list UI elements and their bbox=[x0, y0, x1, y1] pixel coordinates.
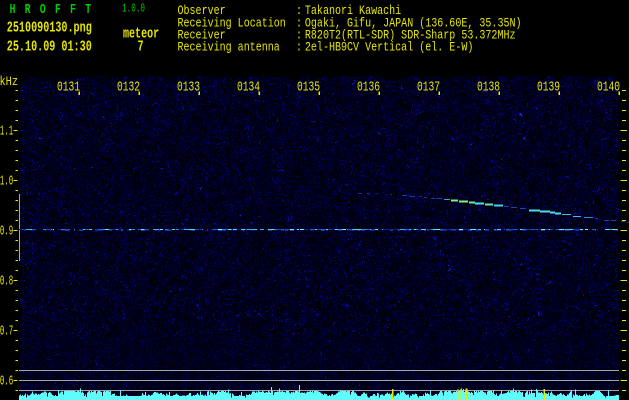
svg-text:1.1: 1.1 bbox=[0, 124, 13, 139]
svg-text:0134: 0134 bbox=[237, 79, 260, 95]
svg-text:0133: 0133 bbox=[177, 79, 200, 95]
svg-text::: : bbox=[296, 41, 302, 55]
svg-text:HROFFT: HROFFT bbox=[10, 1, 101, 17]
svg-text:kHz: kHz bbox=[0, 75, 18, 89]
svg-text:0140: 0140 bbox=[597, 79, 620, 95]
svg-text:0136: 0136 bbox=[357, 79, 380, 95]
svg-text:0131: 0131 bbox=[57, 79, 80, 95]
svg-text:25.10.09 01:30: 25.10.09 01:30 bbox=[7, 38, 92, 56]
svg-text:0.8: 0.8 bbox=[0, 274, 13, 289]
svg-text:0132: 0132 bbox=[117, 79, 140, 95]
svg-text:0139: 0139 bbox=[537, 79, 560, 95]
svg-text:0.9: 0.9 bbox=[0, 224, 13, 239]
svg-text:2510090130.png: 2510090130.png bbox=[7, 19, 92, 37]
svg-text:1.0: 1.0 bbox=[0, 174, 13, 189]
svg-text:1.0.0: 1.0.0 bbox=[122, 3, 145, 16]
svg-text:0138: 0138 bbox=[477, 79, 500, 95]
svg-text:0.6: 0.6 bbox=[0, 374, 13, 389]
svg-text:0137: 0137 bbox=[417, 79, 440, 95]
svg-text:0.7: 0.7 bbox=[0, 324, 13, 339]
svg-text:7: 7 bbox=[138, 38, 144, 56]
svg-text:Receiving antenna: Receiving antenna bbox=[178, 41, 280, 55]
svg-text:0135: 0135 bbox=[297, 79, 320, 95]
svg-text:2el-HB9CV Vertical (el. E-W): 2el-HB9CV Vertical (el. E-W) bbox=[305, 41, 473, 55]
